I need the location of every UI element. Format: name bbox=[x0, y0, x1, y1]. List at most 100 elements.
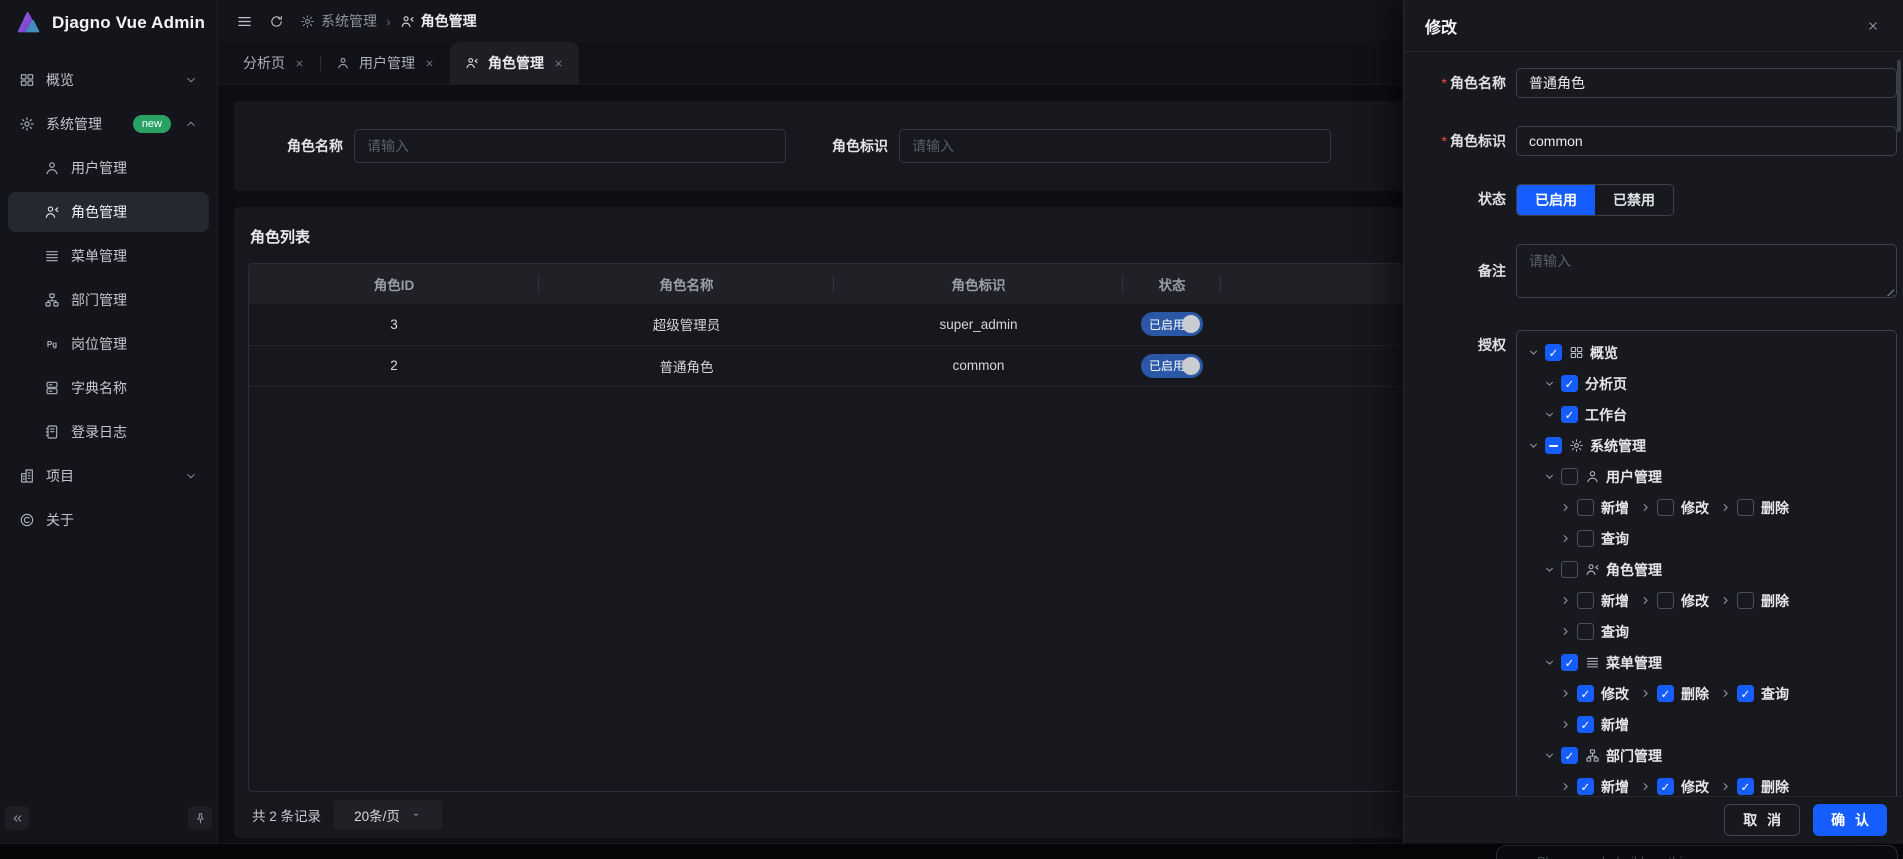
chevron-right-icon bbox=[1639, 780, 1652, 793]
checkbox-checked[interactable]: ✓ bbox=[1577, 778, 1594, 795]
sidebar-item-project[interactable]: 项目 bbox=[8, 456, 209, 496]
sidebar-item-login-log[interactable]: 登录日志 bbox=[8, 412, 209, 452]
tree-node-user-edit[interactable]: 修改 bbox=[1639, 498, 1709, 518]
tree-node-overview[interactable]: ✓概览 bbox=[1527, 343, 1618, 363]
checkbox-checked[interactable]: ✓ bbox=[1577, 685, 1594, 702]
tree-node-user-delete[interactable]: 删除 bbox=[1719, 498, 1789, 518]
chevron-right-icon bbox=[1559, 532, 1572, 545]
collapse-icon bbox=[11, 812, 24, 825]
role-name-input[interactable] bbox=[1516, 68, 1897, 98]
sidebar-item-post-mgmt[interactable]: Pg岗位管理 bbox=[8, 324, 209, 364]
checkbox-unchecked[interactable] bbox=[1577, 592, 1594, 609]
checkbox-indeterminate[interactable] bbox=[1545, 437, 1562, 454]
sidebar-item-about[interactable]: 关于 bbox=[8, 500, 209, 540]
checkbox-checked[interactable]: ✓ bbox=[1657, 778, 1674, 795]
tree-node-user-mgmt[interactable]: 用户管理 bbox=[1543, 467, 1662, 487]
checkbox-unchecked[interactable] bbox=[1737, 592, 1754, 609]
tree-node-role-edit[interactable]: 修改 bbox=[1639, 591, 1709, 611]
remark-textarea[interactable] bbox=[1516, 244, 1897, 298]
checkbox-unchecked[interactable] bbox=[1577, 530, 1594, 547]
checkbox-unchecked[interactable] bbox=[1561, 468, 1578, 485]
sidebar-item-menu-mgmt[interactable]: 菜单管理 bbox=[8, 236, 209, 276]
collapse-sidebar-button[interactable] bbox=[5, 806, 29, 830]
checkbox-unchecked[interactable] bbox=[1577, 623, 1594, 640]
close-tab-icon[interactable] bbox=[424, 58, 435, 69]
confirm-button[interactable]: 确 认 bbox=[1813, 804, 1887, 836]
status-switch[interactable]: 已启用 bbox=[1141, 312, 1203, 336]
sidebar-item-label: 部门管理 bbox=[71, 290, 198, 310]
page-size-select[interactable]: 20条/页 bbox=[334, 800, 442, 830]
log-icon bbox=[44, 424, 60, 440]
sidebar-item-dict-name[interactable]: 字典名称 bbox=[8, 368, 209, 408]
tree-node-menu-query[interactable]: ✓查询 bbox=[1719, 684, 1789, 704]
status-option[interactable]: 已禁用 bbox=[1595, 185, 1673, 215]
breadcrumb-item[interactable]: 系统管理 bbox=[300, 11, 377, 31]
tree-node-user-add[interactable]: 新增 bbox=[1559, 498, 1629, 518]
tree-node-dept-delete[interactable]: ✓删除 bbox=[1719, 777, 1789, 797]
role-code-search-input[interactable] bbox=[899, 129, 1331, 163]
tree-node-dept-edit[interactable]: ✓修改 bbox=[1639, 777, 1709, 797]
tree-node-role-delete[interactable]: 删除 bbox=[1719, 591, 1789, 611]
tree-node-menu-mgmt[interactable]: ✓菜单管理 bbox=[1543, 653, 1662, 673]
tree-node-role-mgmt[interactable]: 角色管理 bbox=[1543, 560, 1662, 580]
sidebar-item-system[interactable]: 系统管理new bbox=[8, 104, 209, 144]
tree-node-user-query[interactable]: 查询 bbox=[1559, 529, 1629, 549]
tree-node-label: 删除 bbox=[1761, 591, 1789, 611]
cancel-button[interactable]: 取 消 bbox=[1724, 804, 1800, 836]
scrollbar-thumb[interactable] bbox=[1897, 60, 1901, 132]
role-code-input[interactable] bbox=[1516, 126, 1897, 156]
chevron-down-icon bbox=[184, 469, 198, 483]
tab-analysis[interactable]: 分析页 bbox=[228, 42, 320, 84]
checkbox-checked[interactable]: ✓ bbox=[1561, 375, 1578, 392]
tab-user-mgmt[interactable]: 用户管理 bbox=[321, 42, 450, 84]
dept-icon bbox=[1585, 748, 1600, 763]
chevron-right-icon bbox=[1559, 780, 1572, 793]
hamburger-menu-button[interactable] bbox=[236, 13, 253, 30]
tree-node-menu-edit[interactable]: ✓修改 bbox=[1559, 684, 1629, 704]
close-tab-icon[interactable] bbox=[294, 58, 305, 69]
status-option[interactable]: 已启用 bbox=[1517, 185, 1595, 215]
close-drawer-button[interactable] bbox=[1860, 13, 1886, 39]
checkbox-checked[interactable]: ✓ bbox=[1545, 344, 1562, 361]
sidebar-item-role-mgmt[interactable]: 角色管理 bbox=[8, 192, 209, 232]
breadcrumb-item[interactable]: 角色管理 bbox=[400, 11, 477, 31]
refresh-button[interactable] bbox=[269, 14, 284, 29]
tree-row: ✓部门管理 bbox=[1517, 740, 1896, 771]
status-switch[interactable]: 已启用 bbox=[1141, 354, 1203, 378]
tree-node-workbench[interactable]: ✓工作台 bbox=[1543, 405, 1627, 425]
tree-node-label: 删除 bbox=[1681, 684, 1709, 704]
checkbox-checked[interactable]: ✓ bbox=[1737, 778, 1754, 795]
tree-node-label: 新增 bbox=[1601, 498, 1629, 518]
column-header: 角色标识 bbox=[834, 264, 1123, 304]
role-name-search-input[interactable] bbox=[354, 129, 786, 163]
cell-role-code: common bbox=[834, 345, 1123, 386]
drawer-footer: 取 消 确 认 bbox=[1404, 796, 1903, 843]
users-icon bbox=[465, 56, 479, 70]
checkbox-checked[interactable]: ✓ bbox=[1561, 654, 1578, 671]
tree-node-menu-add[interactable]: ✓新增 bbox=[1559, 715, 1629, 735]
checkbox-checked[interactable]: ✓ bbox=[1561, 406, 1578, 423]
sidebar-item-label: 角色管理 bbox=[71, 202, 198, 222]
checkbox-checked[interactable]: ✓ bbox=[1737, 685, 1754, 702]
checkbox-checked[interactable]: ✓ bbox=[1577, 716, 1594, 733]
checkbox-unchecked[interactable] bbox=[1561, 561, 1578, 578]
pin-sidebar-button[interactable] bbox=[188, 806, 212, 830]
sidebar-item-overview[interactable]: 概览 bbox=[8, 60, 209, 100]
tree-node-dept-mgmt[interactable]: ✓部门管理 bbox=[1543, 746, 1662, 766]
tree-node-analysis[interactable]: ✓分析页 bbox=[1543, 374, 1627, 394]
tab-role-mgmt[interactable]: 角色管理 bbox=[450, 42, 579, 84]
checkbox-checked[interactable]: ✓ bbox=[1561, 747, 1578, 764]
checkbox-unchecked[interactable] bbox=[1577, 499, 1594, 516]
sidebar-item-dept-mgmt[interactable]: 部门管理 bbox=[8, 280, 209, 320]
tree-node-menu-delete[interactable]: ✓ 删除 bbox=[1639, 684, 1709, 704]
checkbox-unchecked[interactable] bbox=[1737, 499, 1754, 516]
tree-node-dept-add[interactable]: ✓新增 bbox=[1559, 777, 1629, 797]
checkbox-unchecked[interactable] bbox=[1657, 592, 1674, 609]
sidebar-item-user-mgmt[interactable]: 用户管理 bbox=[8, 148, 209, 188]
tree-node-role-query[interactable]: 查询 bbox=[1559, 622, 1629, 642]
close-tab-icon[interactable] bbox=[553, 58, 564, 69]
tree-node-role-add[interactable]: 新增 bbox=[1559, 591, 1629, 611]
checkbox-unchecked[interactable] bbox=[1657, 499, 1674, 516]
tree-node-system[interactable]: 系统管理 bbox=[1527, 436, 1646, 456]
checkbox-checked[interactable]: ✓ bbox=[1657, 685, 1674, 702]
